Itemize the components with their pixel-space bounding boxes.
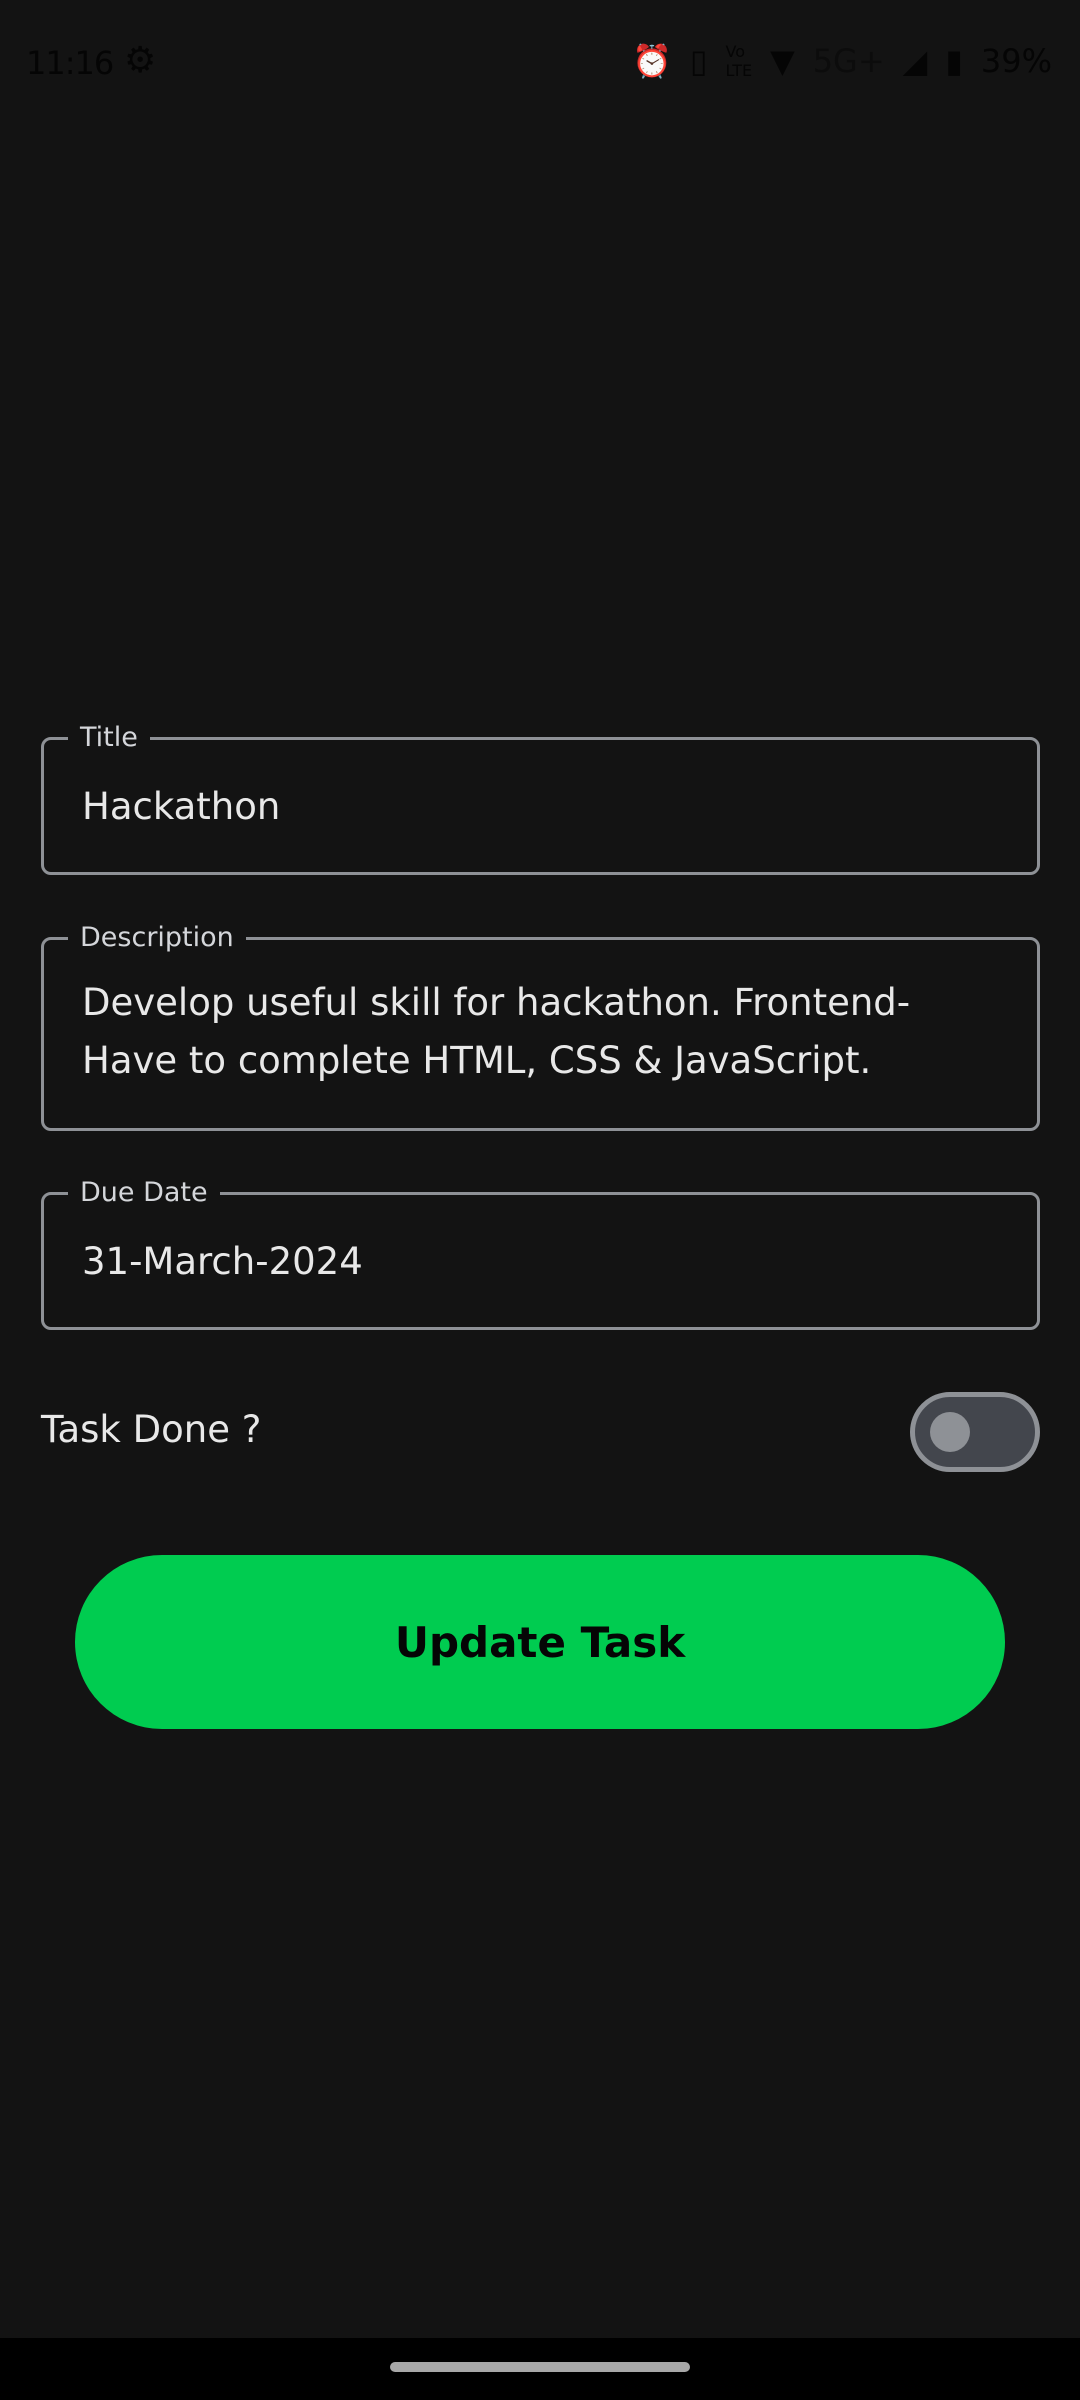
network-type: 5G+ (812, 42, 885, 80)
navigation-bar (0, 2338, 1080, 2400)
description-line-1[interactable]: Develop useful skill for hackathon. Fron… (82, 974, 910, 1032)
due-date-label: Due Date (68, 1176, 220, 1210)
status-bar: 11:16 ⚙ ⏰ ▯ Vo LTE ▼ 5G+ ◢ ▮ 39% (0, 0, 1080, 110)
title-input[interactable]: Hackathon (82, 778, 280, 836)
title-field[interactable]: Title Hackathon (41, 721, 1040, 875)
task-done-toggle[interactable] (910, 1392, 1040, 1472)
debug-icon: ⚙ (124, 40, 157, 81)
update-task-button[interactable]: Update Task (75, 1555, 1005, 1729)
battery-charging-icon: ▮ (945, 42, 963, 80)
signal-icon: ◢ (902, 42, 928, 80)
alarm-icon: ⏰ (632, 42, 672, 80)
title-label: Title (68, 721, 150, 755)
due-date-input[interactable]: 31-March-2024 (82, 1233, 363, 1291)
clock: 11:16 (26, 44, 114, 82)
battery-percent: 39% (980, 42, 1052, 80)
toggle-knob (930, 1412, 970, 1452)
task-done-label: Task Done ? (41, 1408, 262, 1451)
volte-icon: Vo LTE (725, 42, 753, 80)
wifi-icon: ▼ (770, 42, 795, 80)
description-line-2[interactable]: Have to complete HTML, CSS & JavaScript. (82, 1032, 871, 1090)
description-label: Description (68, 921, 246, 955)
description-field[interactable]: Description Develop useful skill for hac… (41, 921, 1040, 1131)
home-handle[interactable] (390, 2362, 690, 2372)
due-date-field[interactable]: Due Date 31-March-2024 (41, 1176, 1040, 1330)
vibrate-icon: ▯ (689, 42, 708, 80)
